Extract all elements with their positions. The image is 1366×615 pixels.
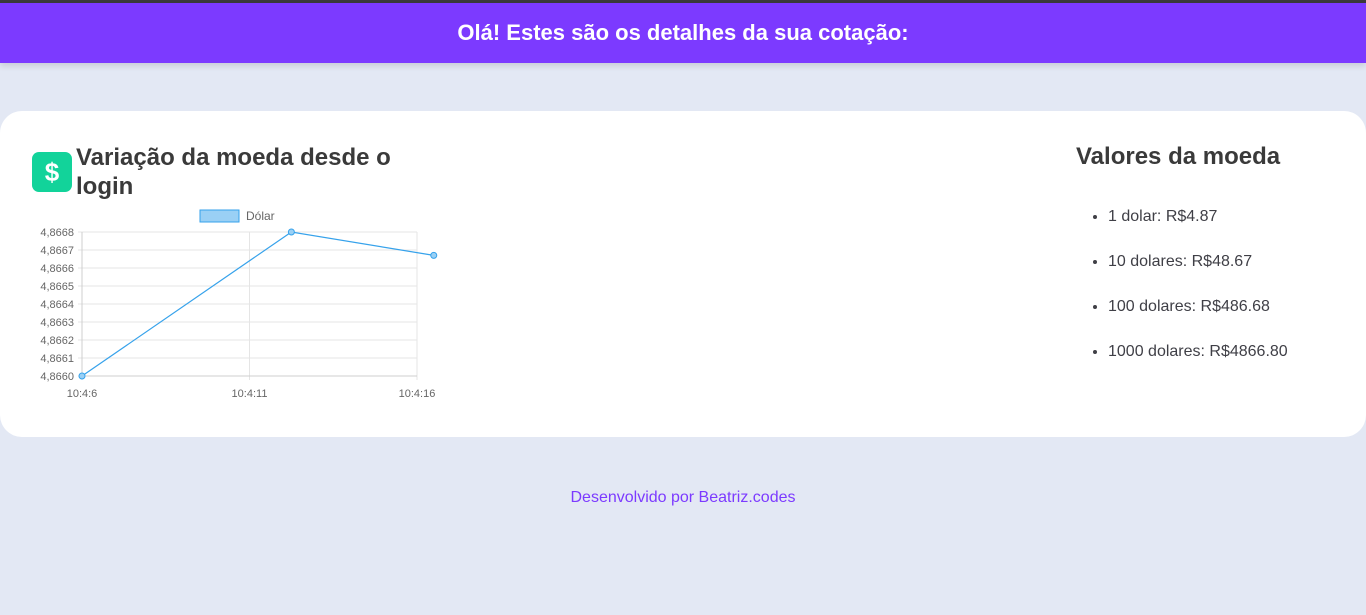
y-tick-label: 4,8663 [40,317,74,329]
x-tick-label: 10:4:11 [232,388,268,400]
value-item: 100 dolares: R$486.68 [1108,297,1348,342]
values-section-title: Valores da moeda [1076,143,1281,170]
data-point [430,251,438,259]
page-title: Olá! Estes são os detalhes da sua cotaçã… [457,20,909,45]
y-tick-label: 4,8668 [40,227,74,239]
footer-credit[interactable]: Desenvolvido por Beatriz.codes [0,489,1366,507]
y-tick-label: 4,8666 [40,263,74,275]
y-tick-label: 4,8667 [40,245,74,257]
x-tick-label: 10:4:6 [67,388,98,400]
y-tick-label: 4,8662 [40,335,74,347]
data-point [287,228,295,236]
legend-swatch [199,209,240,223]
y-tick-label: 4,8660 [40,371,74,383]
values-list: 1 dolar: R$4.87 10 dolares: R$48.67 100 … [1088,207,1348,387]
page-header: Olá! Estes são os detalhes da sua cotaçã… [0,3,1366,63]
data-point [78,372,86,380]
value-item: 1000 dolares: R$4866.80 [1108,342,1348,387]
dollar-sign-icon: $ [32,152,72,192]
x-tick-label: 10:4:16 [399,388,436,400]
value-item: 1 dolar: R$4.87 [1108,207,1348,252]
y-tick-label: 4,8665 [40,281,74,293]
currency-chart: 4,8660 4,8661 4,8662 4,8663 4,8664 4,8665 4,86… [28,203,448,403]
chart-section-title: Variação da moeda desde o login [76,144,391,200]
chart-svg: 4,8660 4,8661 4,8662 4,8663 4,8664 4,8665 4,86… [40,209,438,400]
y-tick-label: 4,8664 [40,299,74,311]
legend-label: Dólar [246,209,275,223]
value-item: 10 dolares: R$48.67 [1108,252,1348,297]
y-tick-label: 4,8661 [40,353,74,365]
quote-card: $ Variação da moeda desde o login 4,8660… [0,111,1366,437]
